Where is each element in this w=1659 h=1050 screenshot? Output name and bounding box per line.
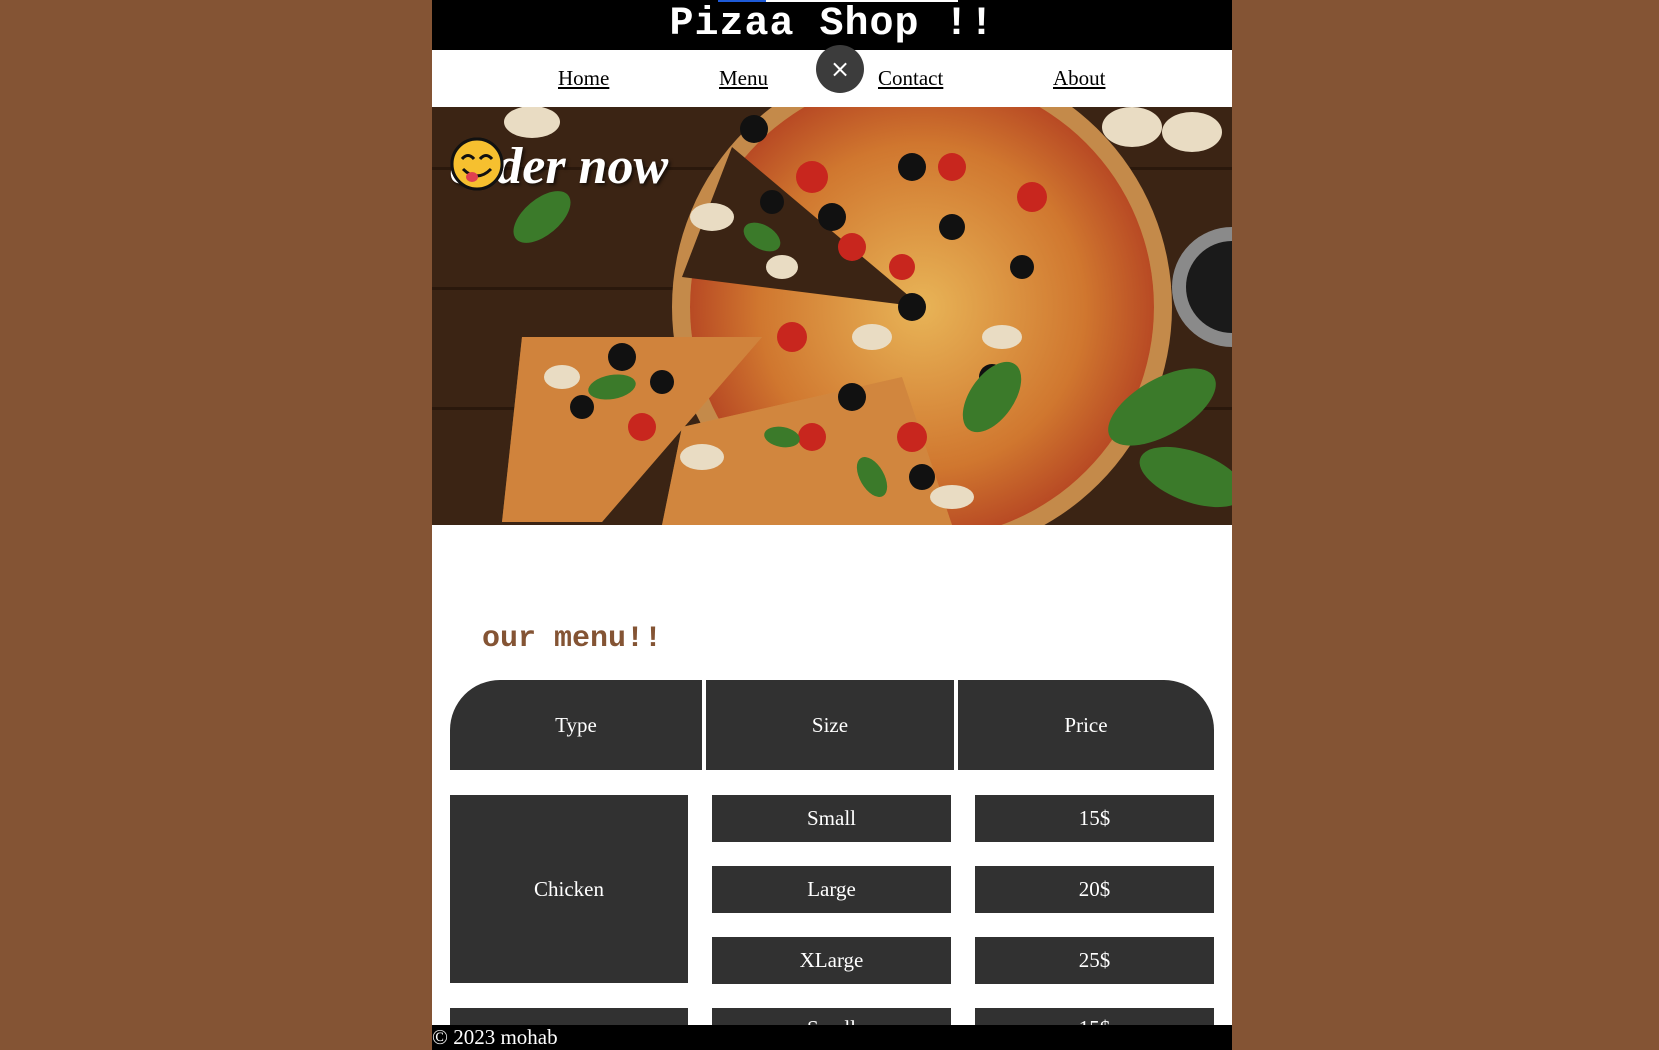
site-title: Pizaa Shop !!: [669, 2, 995, 47]
price-cell: 25$: [975, 937, 1214, 984]
hero-banner: order now: [432, 107, 1232, 525]
header-accent-blue: [718, 0, 766, 2]
price-cell: 15$: [975, 795, 1214, 842]
site-footer: © 2023 mohab: [432, 1025, 1232, 1050]
column-header-size: Size: [706, 680, 954, 770]
page: Pizaa Shop !! Home Menu Contact About ×: [432, 0, 1232, 1050]
type-cell-chicken: Chicken: [450, 795, 688, 983]
column-header-type: Type: [450, 680, 702, 770]
price-cell: 20$: [975, 866, 1214, 913]
size-cell: Small: [712, 795, 951, 842]
nav-contact-link[interactable]: Contact: [878, 66, 943, 91]
size-cell: XLarge: [712, 937, 951, 984]
site-header: Pizaa Shop !!: [432, 0, 1232, 50]
order-now-banner[interactable]: order now: [450, 137, 668, 196]
yummy-face-icon: [450, 137, 504, 191]
column-header-price: Price: [958, 680, 1214, 770]
nav-menu-link[interactable]: Menu: [719, 66, 768, 91]
menu-heading: our menu!!: [482, 622, 663, 656]
nav-about-link[interactable]: About: [1053, 66, 1106, 91]
size-cell: Large: [712, 866, 951, 913]
nav-home-link[interactable]: Home: [558, 66, 609, 91]
close-icon[interactable]: ×: [816, 45, 864, 93]
